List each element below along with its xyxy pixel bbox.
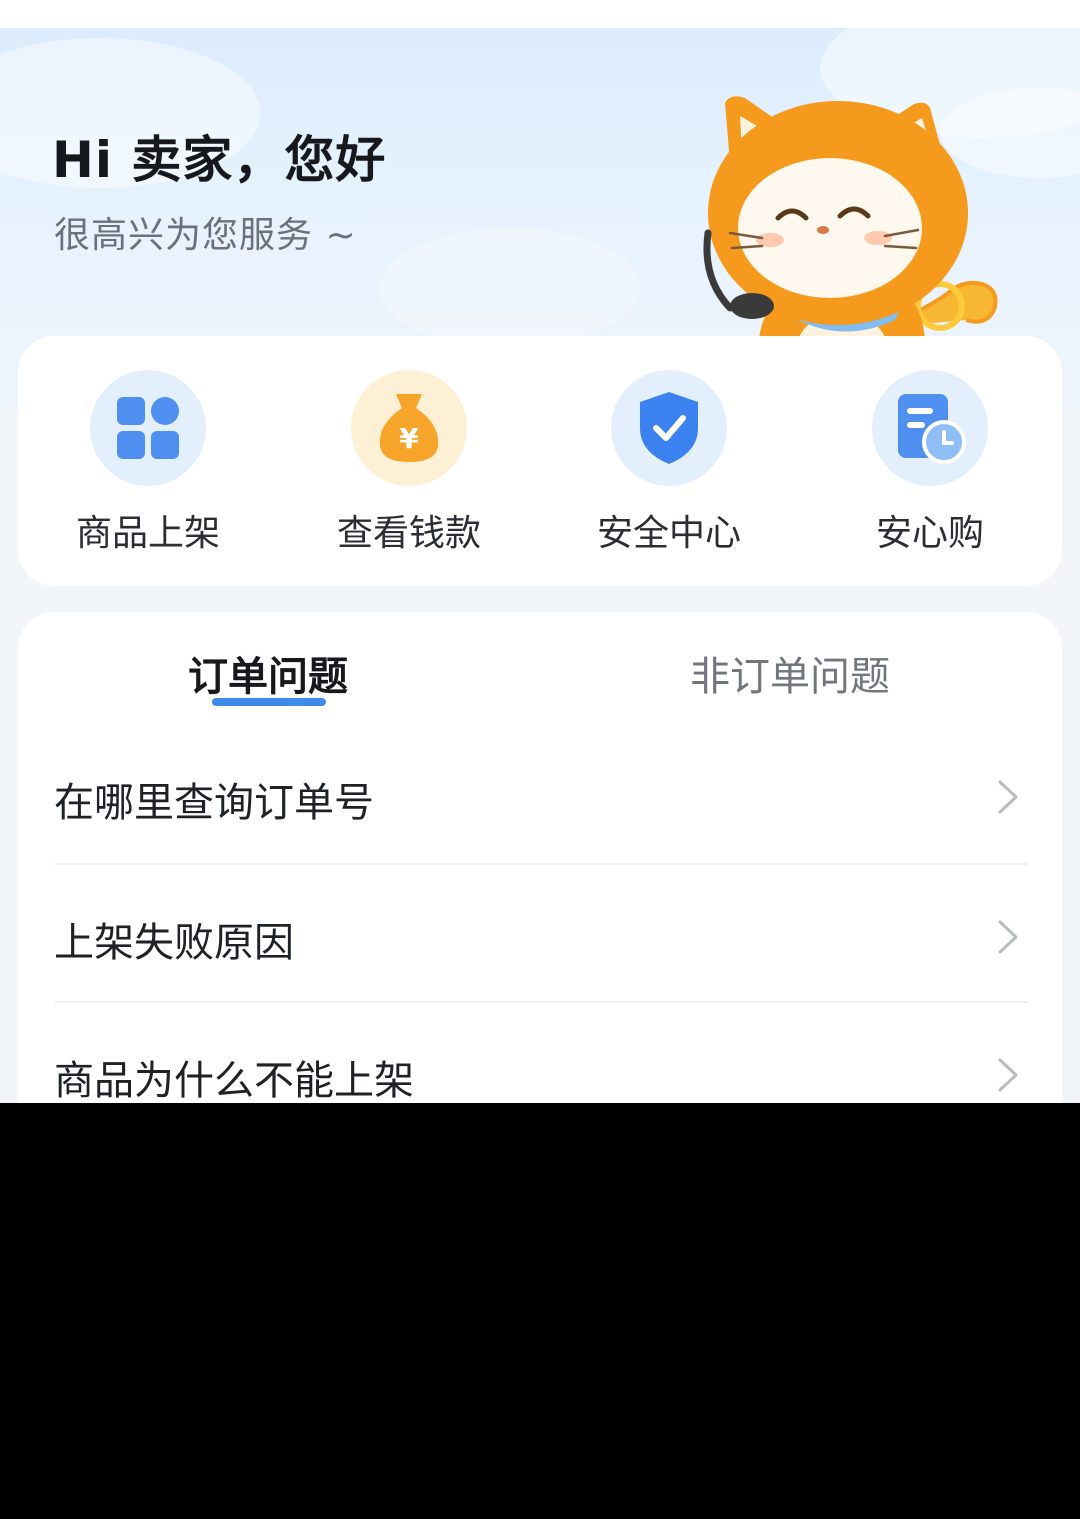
receipt-clock-icon (872, 370, 988, 486)
chevron-right-icon (998, 780, 1018, 814)
chevron-right-icon (998, 1058, 1018, 1092)
svg-text:¥: ¥ (399, 422, 419, 455)
app-screen: Hi 卖家，您好 很高兴为您服务 ~ 商品上架 ¥ 查看钱款 安全中心 安心购 … (0, 0, 1080, 1103)
quick-action-label: 安全中心 (596, 513, 741, 554)
tab-non-order-issues[interactable]: 非订单问题 (690, 644, 890, 702)
quick-actions-card: 商品上架 ¥ 查看钱款 安全中心 安心购 (18, 336, 1062, 586)
quick-action-label: 查看钱款 (336, 513, 481, 554)
faq-card: 订单问题 非订单问题 在哪里查询订单号 上架失败原因 商品为什么不能上架 (18, 612, 1062, 1103)
shield-check-icon (611, 370, 727, 486)
faq-question: 在哪里查询订单号 (54, 780, 374, 826)
quick-action-security-center[interactable]: 安全中心 (559, 370, 779, 560)
status-bar (0, 0, 1080, 28)
quick-action-list-products[interactable]: 商品上架 (38, 370, 258, 560)
money-bag-icon: ¥ (351, 370, 467, 486)
faq-item[interactable]: 商品为什么不能上架 (54, 1002, 1028, 1103)
faq-item[interactable]: 上架失败原因 (54, 864, 1028, 1002)
faq-question: 上架失败原因 (54, 920, 294, 966)
quick-action-label: 安心购 (875, 513, 984, 554)
quick-action-peace-of-mind[interactable]: 安心购 (820, 370, 1040, 560)
cat-mascot-icon (703, 96, 998, 368)
faq-item[interactable]: 在哪里查询订单号 (54, 724, 1028, 862)
quick-action-view-funds[interactable]: ¥ 查看钱款 (299, 370, 519, 560)
grid-icon (90, 370, 206, 486)
faq-question: 商品为什么不能上架 (54, 1058, 414, 1103)
quick-action-label: 商品上架 (75, 513, 220, 554)
greeting-title: Hi 卖家，您好 (52, 131, 387, 189)
chevron-right-icon (998, 920, 1018, 954)
greeting-subtitle: 很高兴为您服务 ~ (54, 215, 357, 256)
active-tab-indicator (212, 698, 326, 706)
tab-order-issues[interactable]: 订单问题 (188, 644, 348, 702)
